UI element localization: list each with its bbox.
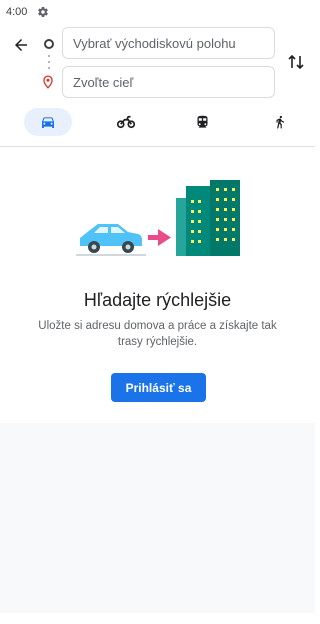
train-icon	[197, 115, 207, 128]
bottom-strip	[0, 613, 315, 624]
tab-transit[interactable]	[188, 108, 216, 136]
promo-description: Uložte si adresu domova a práce a získaj…	[38, 320, 277, 348]
arrow-left-icon	[15, 39, 27, 51]
circle-outline-icon	[44, 39, 54, 49]
promo-title: Hľadajte rýchlejšie	[83, 290, 232, 310]
destination-input[interactable]: Zvoľte cieľ	[62, 66, 275, 98]
tab-motorcycle[interactable]	[112, 108, 140, 136]
back-button[interactable]	[10, 34, 32, 56]
motorcycle-icon	[117, 115, 135, 129]
route-connector	[48, 55, 50, 69]
tab-walk[interactable]	[266, 108, 294, 136]
walk-icon	[276, 115, 285, 129]
empty-results-area	[0, 423, 315, 613]
travel-mode-tabs	[0, 108, 315, 136]
swap-vertical-icon	[288, 54, 304, 70]
gear-icon	[38, 7, 49, 18]
origin-input[interactable]: Vybrať východiskovú polohu	[62, 27, 275, 59]
sign-in-button[interactable]: Prihlásiť sa	[111, 373, 206, 402]
car-to-city-illustration	[76, 180, 240, 256]
directions-header: Vybrať východiskovú polohu Zvoľte cieľ	[0, 24, 315, 146]
destination-placeholder: Zvoľte cieľ	[73, 74, 134, 90]
swap-button[interactable]	[286, 51, 306, 73]
car-icon	[42, 117, 54, 128]
origin-placeholder: Vybrať východiskovú polohu	[73, 35, 236, 51]
promo-card: Hľadajte rýchlejšie Uložte si adresu dom…	[0, 147, 315, 423]
status-bar: 4:00	[0, 0, 315, 24]
location-pin-icon	[43, 75, 53, 89]
status-time: 4:00	[6, 6, 28, 18]
tab-car[interactable]	[24, 108, 72, 136]
